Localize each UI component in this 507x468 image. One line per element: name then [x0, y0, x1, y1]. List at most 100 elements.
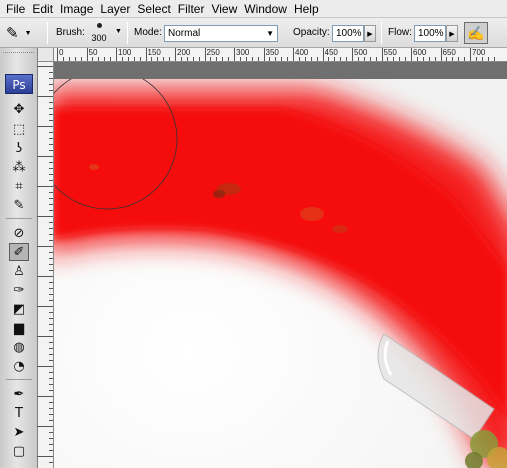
opacity-slider-button[interactable]: ▶	[364, 25, 376, 42]
clone-stamp-tool-icon[interactable]: ♙	[9, 262, 29, 280]
ruler-tick	[49, 270, 53, 271]
ruler-label: 700	[472, 48, 486, 57]
menu-view[interactable]: View	[210, 0, 243, 18]
ruler-minor-tick	[151, 57, 153, 61]
airbrush-icon: ✍	[467, 24, 485, 41]
chevron-down-icon[interactable]: ▼	[115, 28, 122, 35]
ruler-minor-tick	[186, 57, 188, 61]
ruler-major-tick	[234, 48, 235, 61]
divider	[47, 22, 48, 44]
ruler-tick	[49, 402, 53, 403]
shape-tool-icon[interactable]: ▢	[9, 442, 29, 460]
ruler-minor-tick	[98, 57, 100, 61]
mode-value: Normal	[168, 28, 201, 39]
ruler-minor-tick	[369, 57, 371, 61]
ruler-tick	[49, 180, 53, 181]
crop-tool-icon[interactable]: ⌗	[9, 177, 29, 195]
ruler-minor-tick	[281, 57, 283, 61]
ruler-label: 350	[265, 48, 279, 57]
ruler-tick	[49, 318, 53, 319]
menu-image[interactable]: Image	[59, 0, 99, 18]
ruler-minor-tick	[92, 57, 94, 61]
ruler-tick	[49, 360, 53, 361]
ruler-minor-tick	[334, 57, 336, 61]
opacity-input[interactable]: 100%	[332, 25, 364, 42]
ruler-tick	[37, 336, 53, 337]
document-canvas[interactable]	[54, 79, 507, 468]
ruler-tick	[49, 162, 53, 163]
flow-input[interactable]: 100%	[414, 25, 446, 42]
mode-label: Mode:	[134, 27, 162, 38]
ruler-tick	[37, 96, 53, 97]
lasso-tool-icon[interactable]: ʖ	[9, 139, 29, 157]
ruler-tick	[49, 408, 53, 409]
eraser-tool-icon[interactable]: ◩	[9, 300, 29, 318]
toolbox: Ps ✥ ⬚ ʖ ⁂ ⌗ ✎ ⊘ ✐ ♙ ✑ ◩ ▆ ◍ ◔ ✒ T ➤ ▢	[0, 48, 38, 468]
ps-logo[interactable]: Ps	[5, 74, 33, 94]
blur-tool-icon[interactable]: ◍	[9, 338, 29, 356]
brush-picker[interactable]: 300	[86, 20, 112, 46]
brush-tool-icon[interactable]: ✐	[9, 243, 29, 261]
menu-edit[interactable]: Edit	[31, 0, 59, 18]
vertical-ruler[interactable]	[37, 62, 54, 468]
ruler-minor-tick	[239, 57, 241, 61]
ruler-tick	[37, 186, 53, 187]
ruler-minor-tick	[74, 57, 76, 61]
ruler-label: 500	[354, 48, 368, 57]
eyedropper-tool-icon[interactable]: ✎	[9, 196, 29, 214]
ruler-minor-tick	[228, 57, 230, 61]
magic-wand-tool-icon[interactable]: ⁂	[9, 158, 29, 176]
menu-window[interactable]: Window	[243, 0, 293, 18]
horizontal-ruler[interactable]: 0 50 100 150 200 250 300 350 400 450 500 550 600 650 7…	[54, 48, 507, 62]
pen-tool-icon[interactable]: ✒	[9, 385, 29, 403]
menu-bar: File Edit Image Layer Select Filter View…	[0, 0, 507, 18]
ruler-minor-tick	[363, 57, 365, 61]
ruler-major-tick	[381, 48, 383, 61]
toolbox-grip[interactable]	[3, 52, 34, 68]
ruler-major-tick	[470, 48, 471, 61]
history-brush-tool-icon[interactable]: ✑	[9, 281, 29, 299]
ruler-label: 650	[442, 48, 456, 57]
ruler-major-tick	[352, 48, 353, 61]
ruler-tick	[49, 294, 53, 295]
ruler-minor-tick	[357, 57, 359, 61]
move-tool-icon[interactable]: ✥	[9, 100, 29, 118]
ruler-tick	[49, 72, 53, 73]
menu-select[interactable]: Select	[136, 0, 176, 18]
type-tool-icon[interactable]: T	[9, 404, 29, 422]
tool-preset-picker[interactable]: ✎ ▼	[6, 22, 42, 44]
airbrush-toggle-button[interactable]: ✍	[464, 22, 488, 44]
menu-filter[interactable]: Filter	[177, 0, 211, 18]
ruler-tick	[49, 264, 53, 265]
mode-select[interactable]: Normal ▼	[164, 25, 278, 42]
flow-slider-button[interactable]: ▶	[446, 25, 458, 42]
ruler-tick	[49, 192, 53, 193]
ruler-minor-tick	[80, 57, 82, 61]
ruler-minor-tick	[192, 57, 194, 61]
ruler-tick	[49, 258, 53, 259]
pasteboard	[54, 62, 507, 79]
ruler-label: 400	[295, 48, 309, 57]
ruler-major-tick	[57, 48, 58, 61]
ruler-minor-tick	[316, 57, 318, 61]
ruler-tick	[37, 426, 53, 427]
path-selection-tool-icon[interactable]: ➤	[9, 423, 29, 441]
ruler-minor-tick	[399, 57, 401, 61]
menu-help[interactable]: Help	[293, 0, 325, 18]
healing-brush-tool-icon[interactable]: ⊘	[9, 224, 29, 242]
ruler-tick	[49, 450, 53, 451]
ruler-tick	[49, 240, 53, 241]
menu-layer[interactable]: Layer	[99, 0, 136, 18]
dodge-tool-icon[interactable]: ◔	[9, 357, 29, 375]
ruler-minor-tick	[310, 57, 312, 61]
chevron-down-icon: ▼	[266, 29, 274, 38]
ruler-tick	[49, 282, 53, 283]
flow-label: Flow:	[388, 27, 412, 38]
gradient-tool-icon[interactable]: ▆	[9, 319, 29, 337]
options-bar: ✎ ▼ Brush: 300 ▼ Mode: Normal ▼ Opacity:…	[0, 18, 507, 48]
marquee-tool-icon[interactable]: ⬚	[9, 120, 29, 138]
menu-file[interactable]: File	[5, 0, 31, 18]
ruler-origin[interactable]	[38, 48, 54, 62]
ruler-minor-tick	[346, 57, 348, 61]
ruler-minor-tick	[487, 57, 489, 61]
